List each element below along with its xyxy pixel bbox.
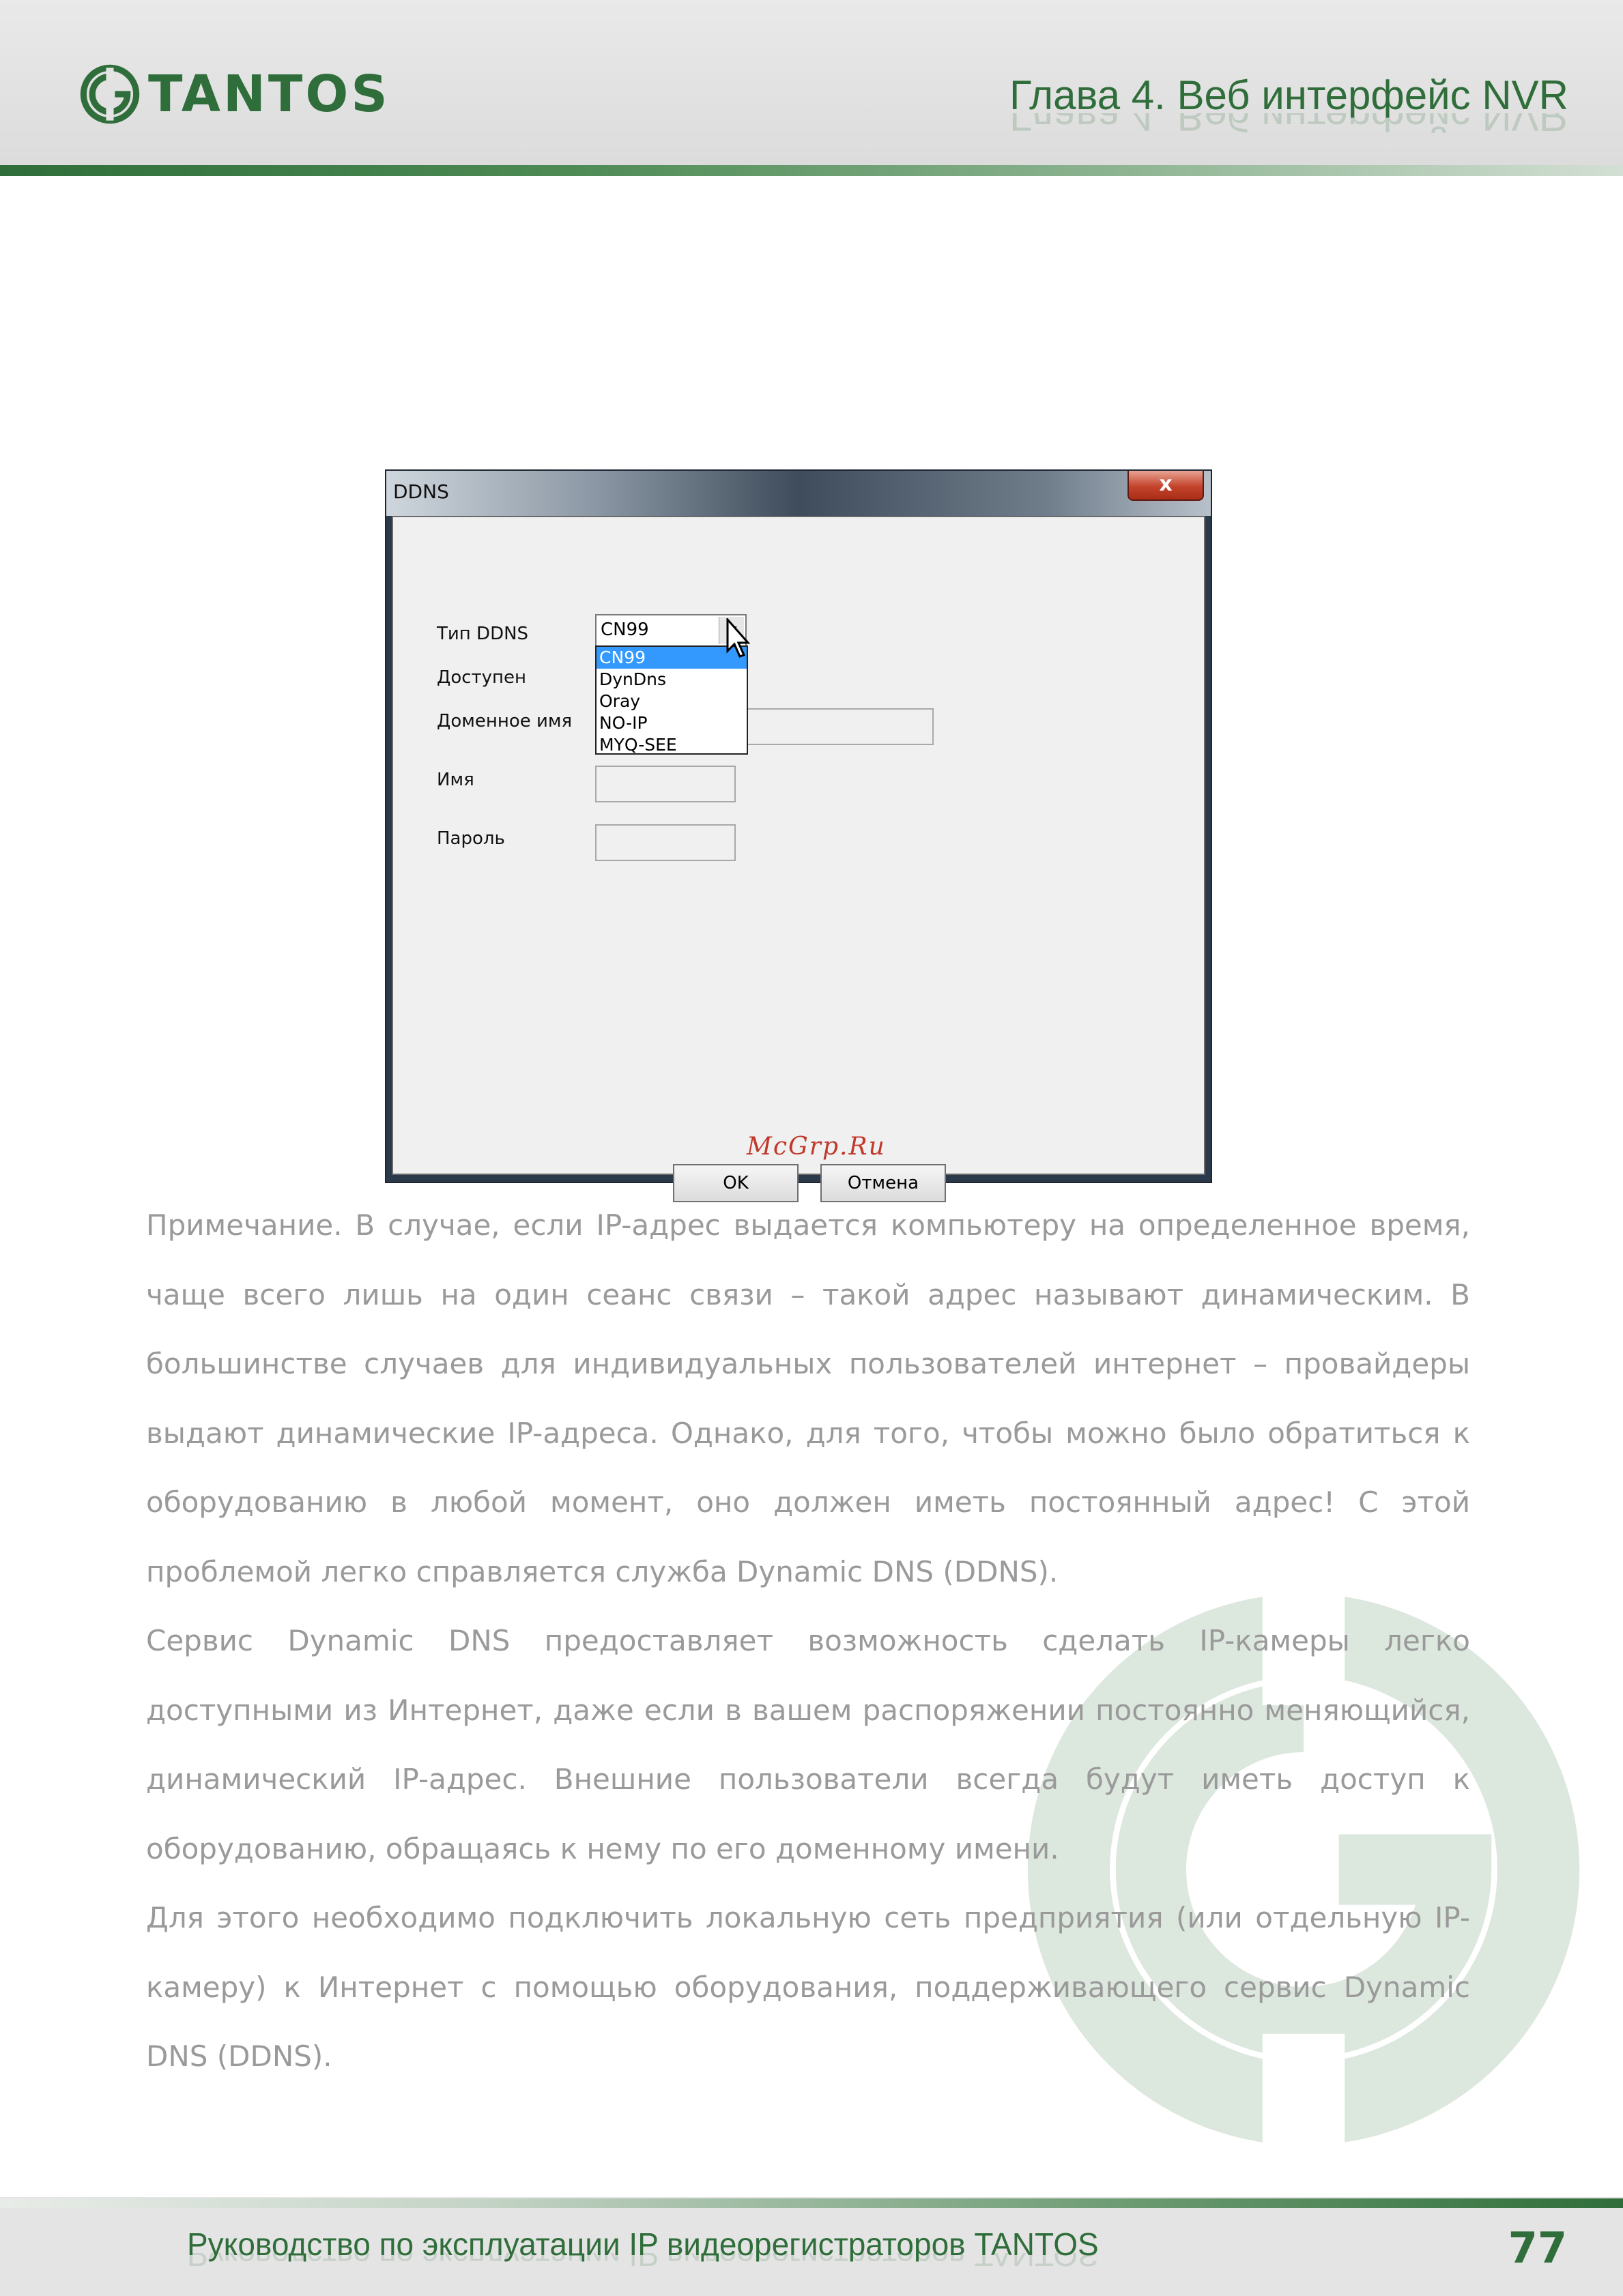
footer-divider — [0, 2198, 1623, 2208]
site-watermark: McGrp.Ru — [747, 1133, 886, 1161]
name-label: Имя — [437, 770, 474, 790]
logo-text: TANTOS — [148, 65, 390, 123]
chapter-title-reflection: Глава 4. Веб интерфейс NVR — [1009, 113, 1568, 136]
domain-name-label: Доменное имя — [437, 711, 573, 731]
ddns-type-dropdown: CN99 DynDns Oray NO-IP MYQ-SEE — [595, 645, 748, 755]
dropdown-option[interactable]: NO-IP — [597, 712, 747, 734]
ddns-dialog: DDNS x Тип DDNS Доступен Доменное имя Им… — [385, 469, 1212, 1202]
dialog-title: DDNS — [393, 480, 449, 503]
close-icon: x — [1159, 472, 1173, 496]
ddns-setup-paragraph: Для этого необходимо подключить локальну… — [146, 1901, 1470, 2073]
mouse-cursor-icon — [726, 618, 751, 658]
ddns-type-select[interactable]: CN99 ▼ — [595, 614, 747, 647]
password-input[interactable] — [595, 824, 736, 861]
page-number: 77 — [1508, 2223, 1567, 2273]
note-paragraph: Примечание. В случае, если IP-адрес выда… — [146, 1208, 1470, 1588]
ddns-type-label: Тип DDNS — [437, 624, 529, 644]
close-button[interactable]: x — [1128, 471, 1204, 501]
tantos-logo: TANTOS — [78, 63, 390, 126]
dropdown-option[interactable]: Oray — [597, 691, 747, 712]
chapter-heading: Глава 4. Веб интерфейс NVR Глава 4. Веб … — [1009, 68, 1568, 136]
ddns-type-selected-value: CN99 — [601, 620, 649, 640]
page-header: TANTOS Глава 4. Веб интерфейс NVR Глава … — [0, 0, 1623, 165]
enabled-label: Доступен — [437, 667, 527, 688]
dropdown-option[interactable]: MYQ-SEE — [597, 734, 747, 756]
name-input[interactable] — [595, 766, 736, 802]
dropdown-option[interactable]: CN99 — [597, 647, 747, 669]
dialog-body: Тип DDNS Доступен Доменное имя Имя Парол… — [392, 516, 1205, 1202]
dropdown-option[interactable]: DynDns — [597, 669, 747, 691]
dialog-titlebar: DDNS x — [386, 471, 1211, 516]
header-divider — [0, 165, 1623, 176]
ddns-service-paragraph: Сервис Dynamic DNS предоставляет возможн… — [146, 1624, 1470, 1865]
password-label: Пароль — [437, 828, 505, 849]
tantos-logo-icon — [80, 64, 140, 124]
manual-title-reflection: Руководство по эксплуатации IP видеореги… — [187, 2253, 1099, 2273]
